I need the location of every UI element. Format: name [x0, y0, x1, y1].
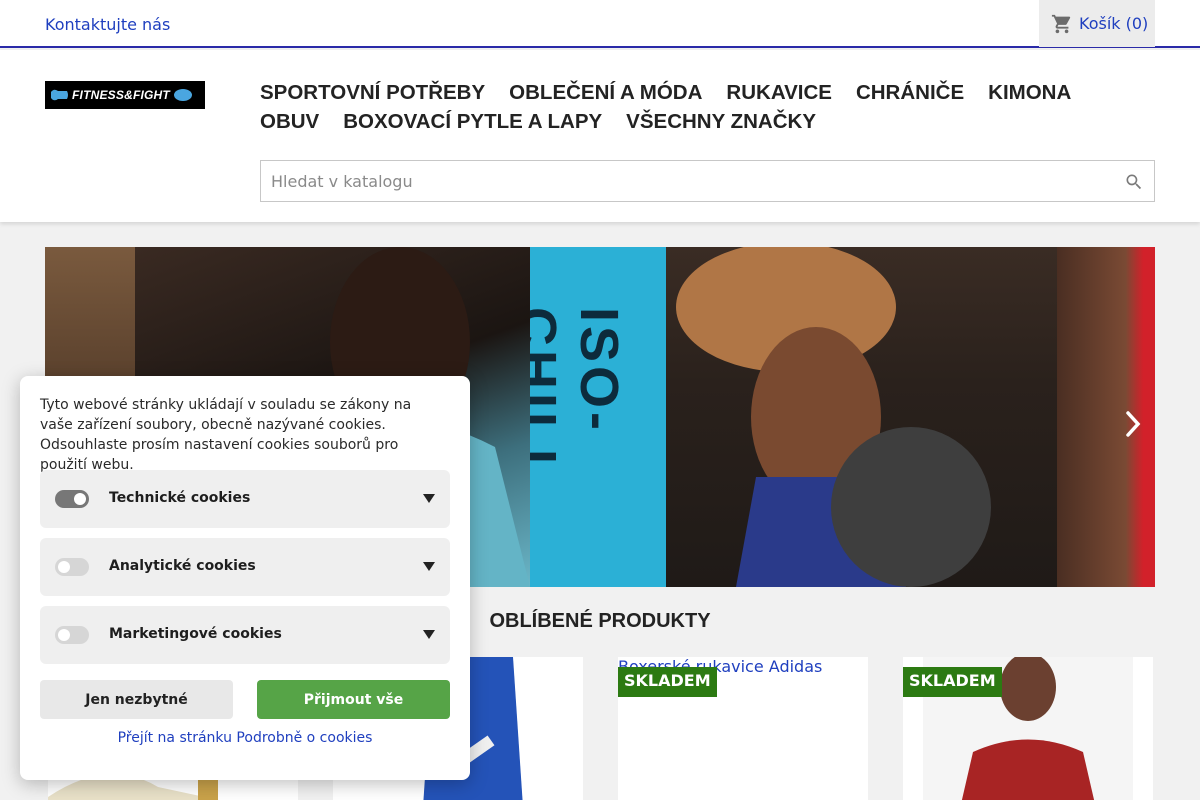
cookie-category-label: Marketingové cookies [109, 626, 282, 642]
cookie-consent-text: Tyto webové stránky ukládají v souladu s… [40, 397, 412, 473]
analytics-cookies-toggle[interactable] [55, 558, 89, 576]
boxer-woman-figure [676, 247, 991, 587]
nav-item-boxovaci-pytle[interactable]: BOXOVACÍ PYTLE A LAPY [343, 107, 602, 136]
technical-cookies-toggle[interactable] [55, 490, 89, 508]
nav-item-obuv[interactable]: OBUV [260, 107, 319, 136]
search-box [260, 160, 1155, 202]
cart-button[interactable]: Košík (0) [1039, 0, 1155, 47]
site-logo[interactable]: FITNESS&FIGHT [45, 81, 205, 109]
accept-all-button[interactable]: Přijmout vše [257, 680, 450, 719]
contact-link[interactable]: Kontaktujte nás [45, 15, 170, 34]
search-icon[interactable] [1124, 172, 1144, 192]
product-card[interactable]: SKLADEM [903, 657, 1153, 800]
fist-icon [51, 89, 68, 101]
expand-caret-icon[interactable] [423, 562, 435, 571]
cart-icon [1051, 14, 1071, 33]
stock-badge: SKLADEM [903, 667, 1002, 697]
logo-text: FITNESS&FIGHT [72, 88, 170, 102]
nav-item-kimona[interactable]: KIMONA [988, 78, 1071, 107]
cookie-category-label: Analytické cookies [109, 558, 256, 574]
marketing-cookies-toggle[interactable] [55, 626, 89, 644]
cookie-consent-panel: Tyto webové stránky ukládají v souladu s… [20, 376, 470, 780]
cookie-details-link[interactable]: Přejít na stránku Podrobně o cookies [20, 730, 470, 746]
stock-badge: SKLADEM [618, 667, 717, 697]
cookie-category-marketing[interactable]: Marketingové cookies [40, 606, 450, 664]
main-nav: SPORTOVNÍ POTŘEBY OBLEČENÍ A MÓDA RUKAVICE… [260, 78, 1160, 136]
boxing-glove-icon [173, 89, 192, 101]
search-input[interactable] [261, 161, 1101, 201]
cart-label: Košík (0) [1079, 14, 1149, 33]
cookie-category-technical[interactable]: Technické cookies [40, 470, 450, 528]
expand-caret-icon[interactable] [423, 630, 435, 639]
necessary-only-button[interactable]: Jen nezbytné [40, 680, 233, 719]
expand-caret-icon[interactable] [423, 494, 435, 503]
nav-item-sportovni-potreby[interactable]: SPORTOVNÍ POTŘEBY [260, 78, 485, 107]
product-card[interactable]: Boxerské rukavice Adidas černo/zlaté SKL… [618, 657, 868, 800]
carousel-next-icon[interactable] [1125, 411, 1141, 437]
site-header: FITNESS&FIGHT SPORTOVNÍ POTŘEBY OBLEČENÍ … [0, 50, 1200, 222]
banner-text: ISO-CHILL [530, 307, 629, 486]
nav-item-chranice[interactable]: CHRÁNIČE [856, 78, 964, 107]
banner-iso-chill-stripe: ISO-CHILL [530, 247, 666, 587]
nav-item-rukavice[interactable]: RUKAVICE [726, 78, 832, 107]
cookie-category-label: Technické cookies [109, 490, 251, 506]
nav-item-obleceni-a-moda[interactable]: OBLEČENÍ A MÓDA [509, 78, 702, 107]
cookie-category-analytics[interactable]: Analytické cookies [40, 538, 450, 596]
nav-item-vsechny-znacky[interactable]: VŠECHNY ZNAČKY [626, 107, 816, 136]
top-bar: Kontaktujte nás Košík (0) [0, 0, 1200, 48]
banner-boxer-woman [666, 247, 1057, 587]
